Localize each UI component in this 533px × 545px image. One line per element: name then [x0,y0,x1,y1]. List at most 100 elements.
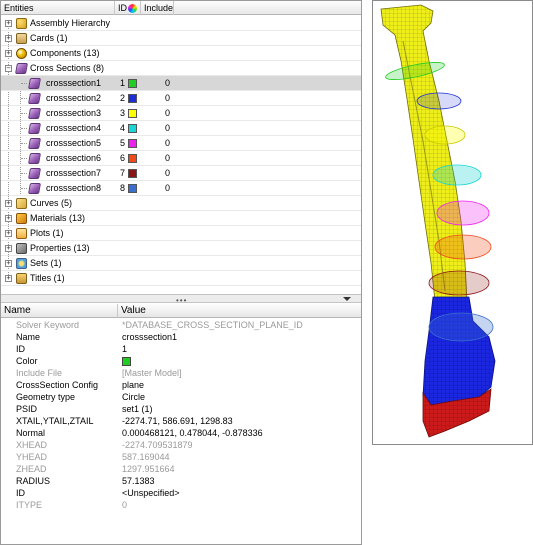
pillar-model-render[interactable] [373,1,532,444]
panel-splitter[interactable]: ••• [1,294,361,305]
property-name: CrossSection Config [16,380,99,390]
property-row[interactable]: CrossSection Config plane [1,379,361,391]
tree-item-assembly-hierarchy[interactable]: + Assembly Hierarchy [1,16,361,31]
column-header-include[interactable]: Include [141,1,174,15]
property-row[interactable]: Color [1,355,361,367]
property-row[interactable]: Normal 0.000468121, 0.478044, -0.878336 [1,427,361,439]
color-swatch[interactable] [128,169,137,178]
tree-connector [21,113,27,114]
property-name: ID [16,344,25,354]
color-swatch[interactable] [128,94,137,103]
collapse-icon[interactable]: − [5,65,12,72]
expand-icon[interactable]: + [5,230,12,237]
tree-item-crosssection3[interactable]: crosssection3 3 0 [1,106,361,121]
color-swatch[interactable] [128,139,137,148]
color-swatch[interactable] [128,184,137,193]
property-row[interactable]: Name crosssection1 [1,331,361,343]
crosssection7-plane[interactable] [428,270,490,296]
expand-icon[interactable]: + [5,215,12,222]
property-row[interactable]: ID <Unspecified> [1,487,361,499]
property-row[interactable]: Solver Keyword *DATABASE_CROSS_SECTION_P… [1,319,361,331]
tree-item-materials[interactable]: + Materials (13) [1,211,361,226]
property-row[interactable]: ITYPE 0 [1,499,361,511]
crosssection4-plane[interactable] [432,164,482,186]
property-value[interactable]: crosssection1 [122,331,177,343]
crosssection6-plane[interactable] [434,234,492,260]
tree-item-crosssection4[interactable]: crosssection4 4 0 [1,121,361,136]
crosssection3-plane[interactable] [424,125,466,145]
property-value[interactable]: plane [122,379,144,391]
column-header-value[interactable]: Value [118,304,361,318]
property-row[interactable]: XTAIL,YTAIL,ZTAIL -2274.71, 586.691, 129… [1,415,361,427]
collapse-arrow-icon[interactable] [343,297,351,301]
property-name: ID [16,488,25,498]
expand-icon[interactable]: + [5,35,12,42]
tree-item-crosssection6[interactable]: crosssection6 6 0 [1,151,361,166]
tree-item-crosssection8[interactable]: crosssection8 8 0 [1,181,361,196]
property-row[interactable]: ID 1 [1,343,361,355]
property-value[interactable]: set1 (1) [122,403,153,415]
column-header-name[interactable]: Name [1,304,118,318]
property-value[interactable]: <Unspecified> [122,487,180,499]
tree-item-curves[interactable]: + Curves (5) [1,196,361,211]
tree-item-label: Curves (5) [30,198,73,208]
tree-item-crosssection7[interactable]: crosssection7 7 0 [1,166,361,181]
expand-icon[interactable]: + [5,200,12,207]
color-swatch[interactable] [128,124,137,133]
property-value[interactable]: 1 [122,343,127,355]
property-row[interactable]: Include File [Master Model] [1,367,361,379]
expand-icon[interactable]: + [5,20,12,27]
tree-item-label: Assembly Hierarchy [30,18,111,28]
tree-item-crosssection5[interactable]: crosssection5 5 0 [1,136,361,151]
tree-item-label: Plots (1) [30,228,64,238]
property-row[interactable]: Geometry type Circle [1,391,361,403]
tree-item-cross-sections[interactable]: − Cross Sections (8) [1,61,361,76]
tree-item-components[interactable]: + Components (13) [1,46,361,61]
entity-id: 1 [120,78,126,88]
crosssection2-plane[interactable] [416,92,462,110]
column-header-entities[interactable]: Entities [1,1,115,15]
property-value[interactable]: -2274.71, 586.691, 1298.83 [122,415,233,427]
expand-icon[interactable]: + [5,245,12,252]
property-value: *DATABASE_CROSS_SECTION_PLANE_ID [122,320,303,330]
color-swatch[interactable] [128,154,137,163]
property-row[interactable]: ZHEAD 1297.951664 [1,463,361,475]
tree-item-label: Sets (1) [30,258,62,268]
cross-section-icon [28,168,41,179]
tree-item-label: crosssection8 [46,183,102,193]
property-row[interactable]: YHEAD 587.169044 [1,451,361,463]
property-row[interactable]: XHEAD -2274.709531879 [1,439,361,451]
include-value: 0 [165,108,171,118]
color-swatch[interactable] [122,357,131,366]
property-name: PSID [16,404,38,414]
property-value[interactable]: 57.1383 [122,475,155,487]
tree-connector [21,188,27,189]
tree-item-plots[interactable]: + Plots (1) [1,226,361,241]
tree-item-titles[interactable]: + Titles (1) [1,271,361,286]
tree-item-crosssection2[interactable]: crosssection2 2 0 [1,91,361,106]
property-row[interactable]: PSID set1 (1) [1,403,361,415]
color-swatch[interactable] [128,79,137,88]
column-header-id[interactable]: ID [115,1,141,15]
expand-icon[interactable]: + [5,50,12,57]
tree-item-label: crosssection1 [46,78,102,88]
include-value: 0 [165,168,171,178]
expand-icon[interactable]: + [5,275,12,282]
tree-item-sets[interactable]: + Sets (1) [1,256,361,271]
tree-item-cards[interactable]: + Cards (1) [1,31,361,46]
graphics-viewport[interactable] [372,0,533,445]
tree-item-properties[interactable]: + Properties (13) [1,241,361,256]
entity-id: 6 [120,153,126,163]
tree-item-crosssection1[interactable]: crosssection1 1 0 [1,76,361,91]
include-value: 0 [165,123,171,133]
expand-icon[interactable]: + [5,260,12,267]
properties-header: Name Value [1,304,361,318]
color-swatch[interactable] [128,109,137,118]
property-row[interactable]: RADIUS 57.1383 [1,475,361,487]
property-value[interactable]: Circle [122,391,145,403]
entity-id: 3 [120,108,126,118]
crosssection5-plane[interactable] [436,200,490,226]
property-value[interactable]: 0.000468121, 0.478044, -0.878336 [122,427,263,439]
crosssection8-plane[interactable] [428,312,494,342]
property-name: Normal [16,428,46,438]
